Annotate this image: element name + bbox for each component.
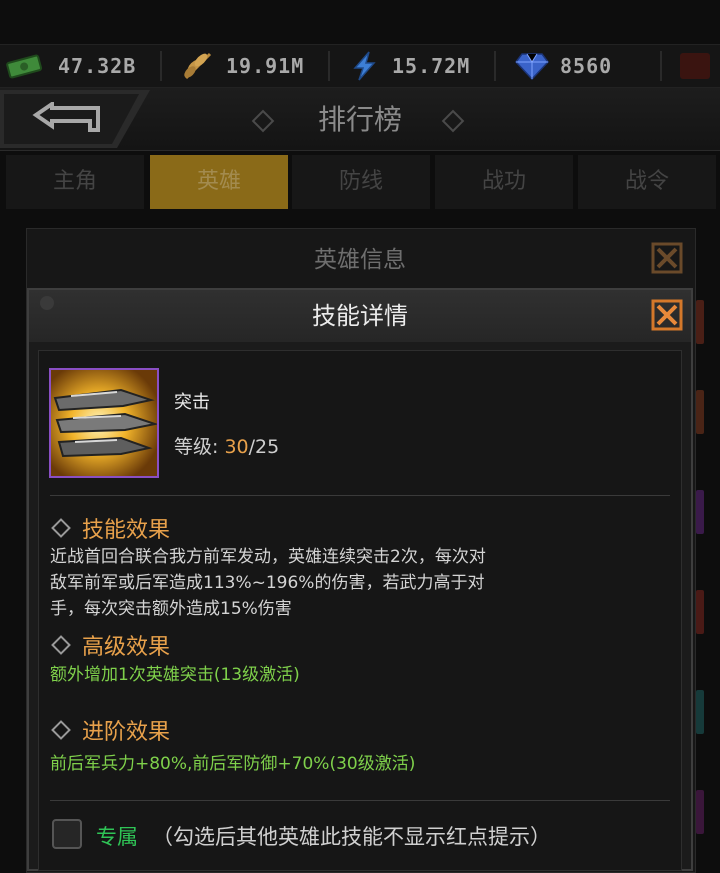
promotion-title: 进阶效果 [82, 720, 171, 745]
effect-line: 敌军前军或后军造成113%~196%的伤害，若武力高于对 [50, 573, 485, 593]
hero-info-title: 英雄信息 [314, 247, 406, 273]
side-marker [696, 390, 704, 434]
advanced-heading: 高级效果 [50, 629, 170, 661]
skill-icon [49, 368, 159, 478]
resource-diamond[interactable]: 8560 [512, 45, 612, 87]
side-marker [696, 790, 704, 834]
tab-bar: 主角 英雄 防线 战功 战令 [0, 155, 720, 213]
bullet-icon [51, 635, 71, 655]
exclusive-hint: （勾选后其他英雄此技能不显示红点提示） [152, 825, 551, 849]
close-icon[interactable] [650, 298, 684, 332]
side-marker [696, 590, 704, 634]
level-max: /25 [248, 436, 280, 458]
promotion-heading: 进阶效果 [50, 714, 170, 746]
level-label: 等级: [174, 436, 225, 458]
wheat-value: 19.91M [226, 54, 305, 78]
skill-detail-title: 技能详情 [312, 302, 408, 330]
resource-energy[interactable]: 15.72M [344, 45, 470, 87]
resource-cash[interactable]: 47.32B [4, 45, 136, 87]
page-title: 排行榜 [317, 103, 402, 136]
exclusive-label[interactable]: 专属 [96, 821, 138, 851]
cash-value: 47.32B [58, 54, 137, 78]
side-marker [696, 690, 704, 734]
tab-heroes[interactable]: 英雄 [150, 155, 288, 209]
promotion-description: 前后军兵力+80%,前后军防御+70%(30级激活) [50, 754, 416, 774]
side-marker [696, 300, 704, 344]
divider [50, 495, 670, 496]
resource-wheat[interactable]: 19.91M [178, 45, 304, 87]
bullet-icon [51, 518, 71, 538]
cash-icon [4, 51, 44, 81]
claw-strike-icon [51, 370, 157, 476]
bullet-icon [51, 720, 71, 740]
tab-defense[interactable]: 防线 [292, 155, 430, 209]
tab-merit[interactable]: 战功 [435, 155, 573, 209]
level-current: 30 [224, 436, 249, 458]
effect-line: 手，每次突击额外造成15%伤害 [50, 599, 292, 619]
side-marker [696, 490, 704, 534]
resource-bar: 47.32B 19.91M 15.72M 8560 [0, 44, 720, 88]
skill-name: 突击 [174, 392, 210, 413]
effect-description: 近战首回合联合我方前军发动，英雄连续突击2次，每次对 敌军前军或后军造成113%… [50, 544, 570, 622]
red-item-icon[interactable] [680, 53, 710, 79]
diamond-icon [512, 51, 552, 81]
effect-title: 技能效果 [82, 518, 171, 543]
tab-battle-pass[interactable]: 战令 [578, 155, 716, 209]
diamond-value: 8560 [560, 54, 613, 78]
skill-level: 等级: 30/25 [174, 432, 279, 459]
exclusive-checkbox[interactable] [52, 819, 82, 849]
wheat-icon [178, 51, 218, 81]
back-arrow-icon [32, 102, 100, 132]
advanced-description: 额外增加1次英雄突击(13级激活) [50, 665, 300, 685]
divider [50, 800, 670, 801]
effect-heading: 技能效果 [50, 512, 170, 544]
advanced-title: 高级效果 [82, 635, 171, 660]
tab-protagonist[interactable]: 主角 [6, 155, 144, 209]
lightning-icon [344, 51, 384, 81]
effect-line: 近战首回合联合我方前军发动，英雄连续突击2次，每次对 [50, 547, 486, 567]
hero-info-close-icon[interactable] [650, 241, 684, 275]
energy-value: 15.72M [392, 54, 471, 78]
